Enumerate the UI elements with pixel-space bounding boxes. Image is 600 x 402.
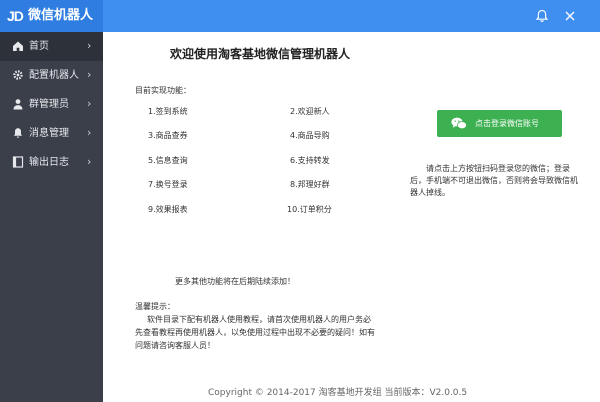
- feature-item: 4.商品导购: [290, 131, 330, 140]
- sidebar-item-group-admin[interactable]: 群管理员 ›: [0, 90, 103, 119]
- tips-title: 温馨提示：: [135, 302, 175, 311]
- home-icon: [12, 40, 24, 52]
- sidebar-item-label: 首页: [29, 41, 49, 52]
- chevron-right-icon: ›: [87, 126, 92, 139]
- app-title: 微信机器人: [28, 8, 94, 23]
- sidebar-item-label: 输出日志: [29, 157, 69, 168]
- logo: JD: [7, 8, 24, 24]
- gear-icon: [12, 69, 24, 81]
- feature-item: 3.商品查券: [148, 131, 188, 140]
- feature-item: 2.欢迎新人: [290, 107, 330, 116]
- tips-body: 软件目录下配有机器人使用教程，请首次使用机器人的用户务必先查看教程再使用机器人，…: [135, 313, 375, 352]
- user-icon: [12, 98, 24, 110]
- feature-item: 10.订单积分: [287, 205, 332, 214]
- close-icon[interactable]: [562, 8, 578, 24]
- feature-item: 6.支持转发: [290, 156, 330, 165]
- chevron-right-icon: ›: [87, 39, 92, 52]
- login-wechat-button[interactable]: 点击登录微信账号: [437, 110, 562, 137]
- bell-icon[interactable]: [534, 8, 550, 24]
- feature-item: 1.签到系统: [148, 107, 188, 116]
- bell-icon: [12, 127, 24, 139]
- feature-item: 8.邦理好群: [290, 180, 330, 189]
- sidebar: 首页 › 配置机器人 › 群管理员 › 消息管理 › 输出日志 ›: [0, 32, 103, 402]
- sidebar-item-label: 配置机器人: [29, 70, 79, 81]
- chevron-right-icon: ›: [87, 97, 92, 110]
- logo-area: JD 微信机器人: [0, 0, 103, 32]
- footer-copyright: Copyright © 2014-2017 淘客基地开发组 当前版本：V2.0.…: [208, 388, 468, 398]
- login-tip: 请点击上方按钮扫码登录您的微信；登录后，手机端不可退出微信，否则将会导致微信机器…: [410, 163, 585, 199]
- header-bar: JD 微信机器人: [0, 0, 600, 32]
- tips-text: 软件目录下配有机器人使用教程，请首次使用机器人的用户务必先查看教程再使用机器人，…: [135, 315, 375, 350]
- login-tip-text: 请点击上方按钮扫码登录您的微信；登录后，手机端不可退出微信，否则将会导致微信机器…: [410, 164, 578, 197]
- sidebar-item-label: 群管理员: [29, 99, 69, 110]
- sidebar-item-label: 消息管理: [29, 128, 69, 139]
- wechat-icon: [451, 117, 467, 130]
- feature-item: 5.信息查询: [148, 156, 188, 165]
- chevron-right-icon: ›: [87, 155, 92, 168]
- page-title: 欢迎使用淘客基地微信管理机器人: [170, 47, 351, 61]
- feature-item: 9.效果报表: [148, 205, 188, 214]
- features-label: 目前实现功能：: [135, 86, 191, 95]
- sidebar-item-home[interactable]: 首页 ›: [0, 32, 103, 61]
- feature-item: 7.换号登录: [148, 180, 188, 189]
- chevron-right-icon: ›: [87, 68, 92, 81]
- sidebar-item-messages[interactable]: 消息管理 ›: [0, 119, 103, 148]
- sidebar-item-config-robot[interactable]: 配置机器人 ›: [0, 61, 103, 90]
- login-button-label: 点击登录微信账号: [475, 119, 539, 128]
- app-window: JD 微信机器人 首页 › 配置机器人 › 群管理员 › 消息管理 › 输出日志…: [0, 0, 600, 402]
- log-icon: [12, 156, 24, 168]
- more-features-note: 更多其他功能将在后期陆续添加！: [175, 277, 295, 286]
- sidebar-item-output-log[interactable]: 输出日志 ›: [0, 148, 103, 177]
